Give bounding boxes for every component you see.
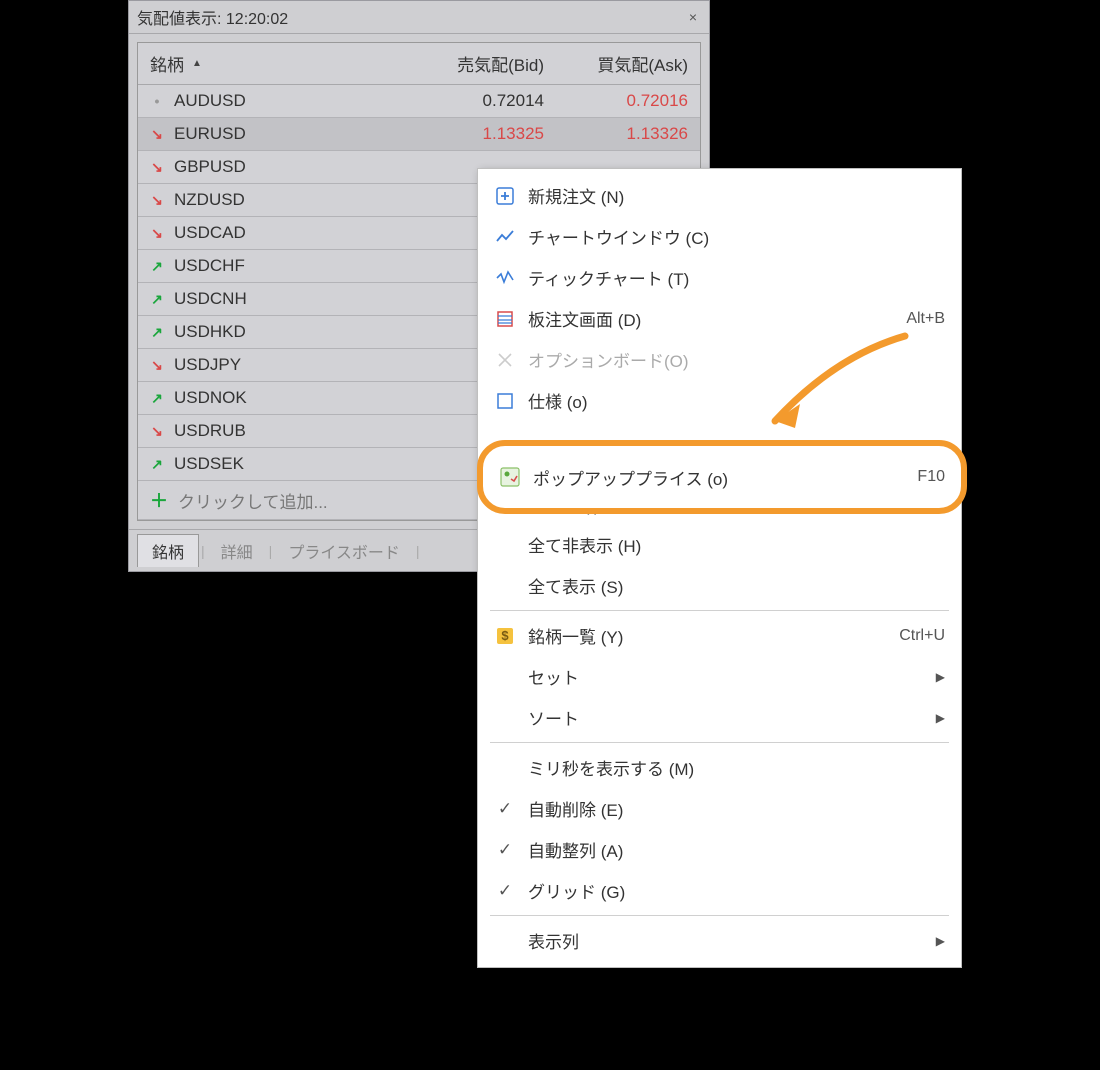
menu-separator [490, 915, 949, 916]
tab-symbols[interactable]: 銘柄 [137, 534, 199, 567]
trend-down-icon: ↘ [150, 160, 164, 174]
menu-spec-partial[interactable]: 仕様 (o) [478, 380, 961, 413]
trend-down-icon: ↘ [150, 127, 164, 141]
menu-hide-all[interactable]: 全て非表示 (H) [478, 524, 961, 565]
new-order-icon [494, 185, 516, 207]
trend-up-icon: ↗ [150, 325, 164, 339]
menu-auto-delete[interactable]: ✓ 自動削除 (E) [478, 788, 961, 829]
menu-show-ms[interactable]: ミリ秒を表示する (M) [478, 747, 961, 788]
header-ask[interactable]: 買気配(Ask) [544, 51, 688, 76]
trend-flat-icon: • [150, 94, 164, 108]
svg-text:$: $ [501, 628, 509, 643]
menu-tick-chart[interactable]: ティックチャート (T) [478, 257, 961, 298]
trend-down-icon: ↘ [150, 358, 164, 372]
menu-chart-window[interactable]: チャートウインドウ (C) [478, 216, 961, 257]
symbol-name: USDNOK [174, 388, 247, 408]
sort-asc-icon: ▲ [192, 58, 202, 69]
table-row[interactable]: ↘ EURUSD 1.133251.13326 [138, 118, 700, 151]
menu-symbols-list[interactable]: $ 銘柄一覧 (Y) Ctrl+U [478, 615, 961, 656]
symbols-list-icon: $ [494, 625, 516, 647]
trend-up-icon: ↗ [150, 457, 164, 471]
menu-sort[interactable]: ソート ▶ [478, 697, 961, 738]
close-icon[interactable]: × [685, 9, 701, 25]
header-symbol[interactable]: 銘柄 [150, 51, 184, 76]
menu-columns[interactable]: 表示列 ▶ [478, 920, 961, 961]
symbol-name: NZDUSD [174, 190, 245, 210]
menu-auto-arrange[interactable]: ✓ 自動整列 (A) [478, 829, 961, 870]
menu-options-board: オプションボード(O) [478, 339, 961, 380]
menu-show-all[interactable]: 全て表示 (S) [478, 565, 961, 606]
symbol-name: USDJPY [174, 355, 241, 375]
trend-up-icon: ↗ [150, 259, 164, 273]
bid-value: 0.72014 [400, 91, 544, 111]
trend-up-icon: ↗ [150, 292, 164, 306]
symbol-name: GBPUSD [174, 157, 246, 177]
chart-window-icon [494, 226, 516, 248]
spec-icon [494, 390, 516, 412]
submenu-arrow-icon: ▶ [936, 934, 945, 948]
symbol-name: EURUSD [174, 124, 246, 144]
context-menu: 新規注文 (N) チャートウインドウ (C) ティックチャート (T) 板注文画… [477, 168, 962, 968]
tab-priceboard[interactable]: プライスボード [274, 535, 414, 567]
menu-separator [490, 742, 949, 743]
depth-icon [494, 308, 516, 330]
header-bid[interactable]: 売気配(Bid) [400, 51, 544, 76]
table-header[interactable]: 銘柄 ▲ 売気配(Bid) 買気配(Ask) [138, 43, 700, 85]
symbol-name: USDRUB [174, 421, 246, 441]
symbol-name: USDCNH [174, 289, 247, 309]
menu-popup-price-label[interactable]: ポップアッププライス (o) [533, 465, 905, 490]
bid-value: 1.13325 [400, 124, 544, 144]
ask-value: 0.72016 [544, 91, 688, 111]
trend-down-icon: ↘ [150, 226, 164, 240]
trend-down-icon: ↘ [150, 193, 164, 207]
annotation-highlight: ポップアッププライス (o) F10 [477, 440, 967, 514]
menu-set[interactable]: セット ▶ [478, 656, 961, 697]
check-icon: ✓ [494, 839, 516, 861]
menu-depth[interactable]: 板注文画面 (D) Alt+B [478, 298, 961, 339]
symbol-name: AUDUSD [174, 91, 246, 111]
titlebar: 気配値表示: 12:20:02 × [129, 1, 709, 34]
menu-new-order[interactable]: 新規注文 (N) [478, 175, 961, 216]
plus-icon: ＋ [150, 487, 168, 513]
table-row[interactable]: • AUDUSD 0.720140.72016 [138, 85, 700, 118]
trend-up-icon: ↗ [150, 391, 164, 405]
tick-chart-icon [494, 267, 516, 289]
check-icon: ✓ [494, 798, 516, 820]
submenu-arrow-icon: ▶ [936, 711, 945, 725]
submenu-arrow-icon: ▶ [936, 670, 945, 684]
check-icon: ✓ [494, 880, 516, 902]
menu-separator [490, 610, 949, 611]
popup-price-icon [499, 466, 521, 488]
tab-details[interactable]: 詳細 [207, 535, 267, 567]
trend-down-icon: ↘ [150, 424, 164, 438]
symbol-name: USDCHF [174, 256, 245, 276]
symbol-name: USDHKD [174, 322, 246, 342]
add-symbol-label: クリックして追加... [178, 488, 328, 513]
ask-value: 1.13326 [544, 124, 688, 144]
symbol-name: USDCAD [174, 223, 246, 243]
window-title: 気配値表示: 12:20:02 [137, 5, 685, 29]
options-board-icon [494, 349, 516, 371]
symbol-name: USDSEK [174, 454, 244, 474]
menu-grid[interactable]: ✓ グリッド (G) [478, 870, 961, 911]
